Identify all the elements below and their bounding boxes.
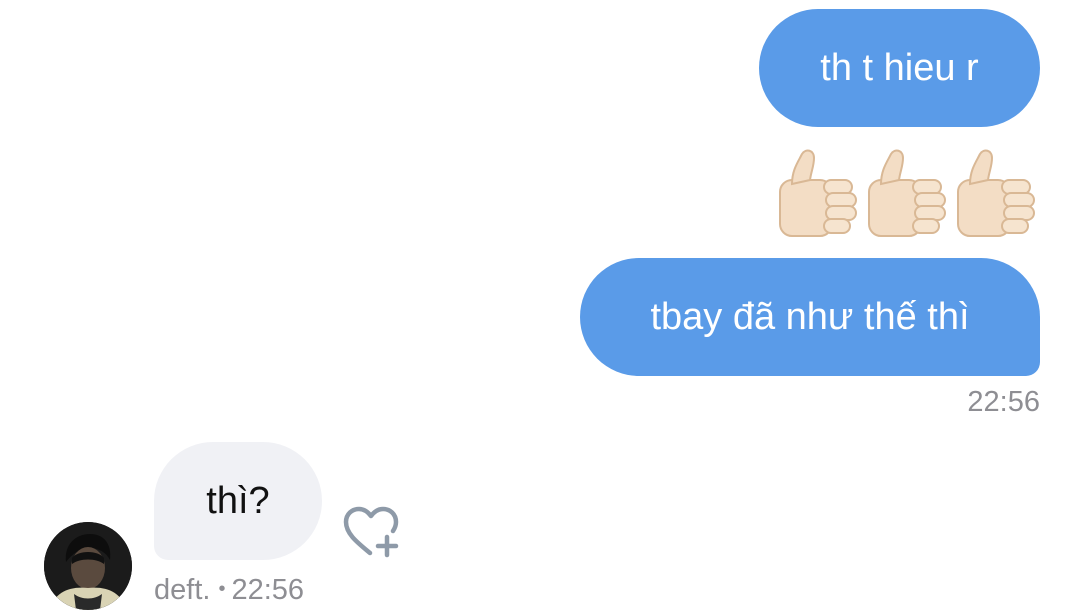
sender-name: deft. — [154, 574, 211, 606]
thumbs-up-icon — [779, 149, 857, 237]
avatar[interactable] — [44, 522, 132, 610]
thumbs-up-emoji-group[interactable] — [778, 146, 1040, 240]
message-text: tbay đã như thế thì — [650, 296, 970, 338]
thumbs-up-icon — [957, 149, 1035, 237]
separator-dot: • — [218, 578, 226, 600]
message-text: th t hieu r — [820, 47, 979, 89]
sender-meta: deft. • 22:56 — [154, 576, 304, 605]
outgoing-message-bubble[interactable]: tbay đã như thế thì — [580, 258, 1040, 376]
incoming-message-bubble[interactable]: thì? — [154, 442, 322, 560]
thumbs-up-icon — [868, 149, 946, 237]
message-timestamp: 22:56 — [967, 386, 1040, 418]
outgoing-message-bubble[interactable]: th t hieu r — [759, 9, 1040, 127]
avatar-photo — [44, 522, 132, 610]
message-timestamp: 22:56 — [231, 574, 305, 606]
heart-plus-react-icon[interactable] — [340, 503, 404, 561]
message-text: thì? — [206, 480, 270, 522]
